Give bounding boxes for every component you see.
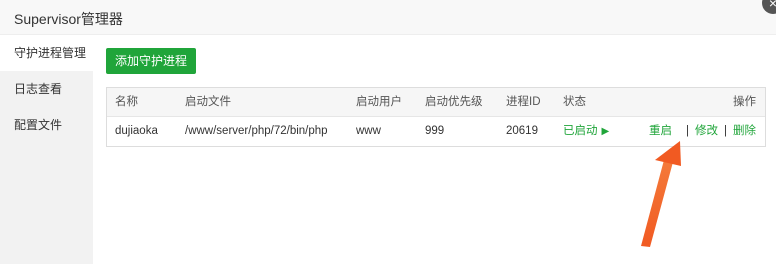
annotation-arrow bbox=[641, 141, 681, 247]
arrow-shaft bbox=[641, 160, 673, 247]
arrow-head-icon bbox=[655, 141, 681, 166]
